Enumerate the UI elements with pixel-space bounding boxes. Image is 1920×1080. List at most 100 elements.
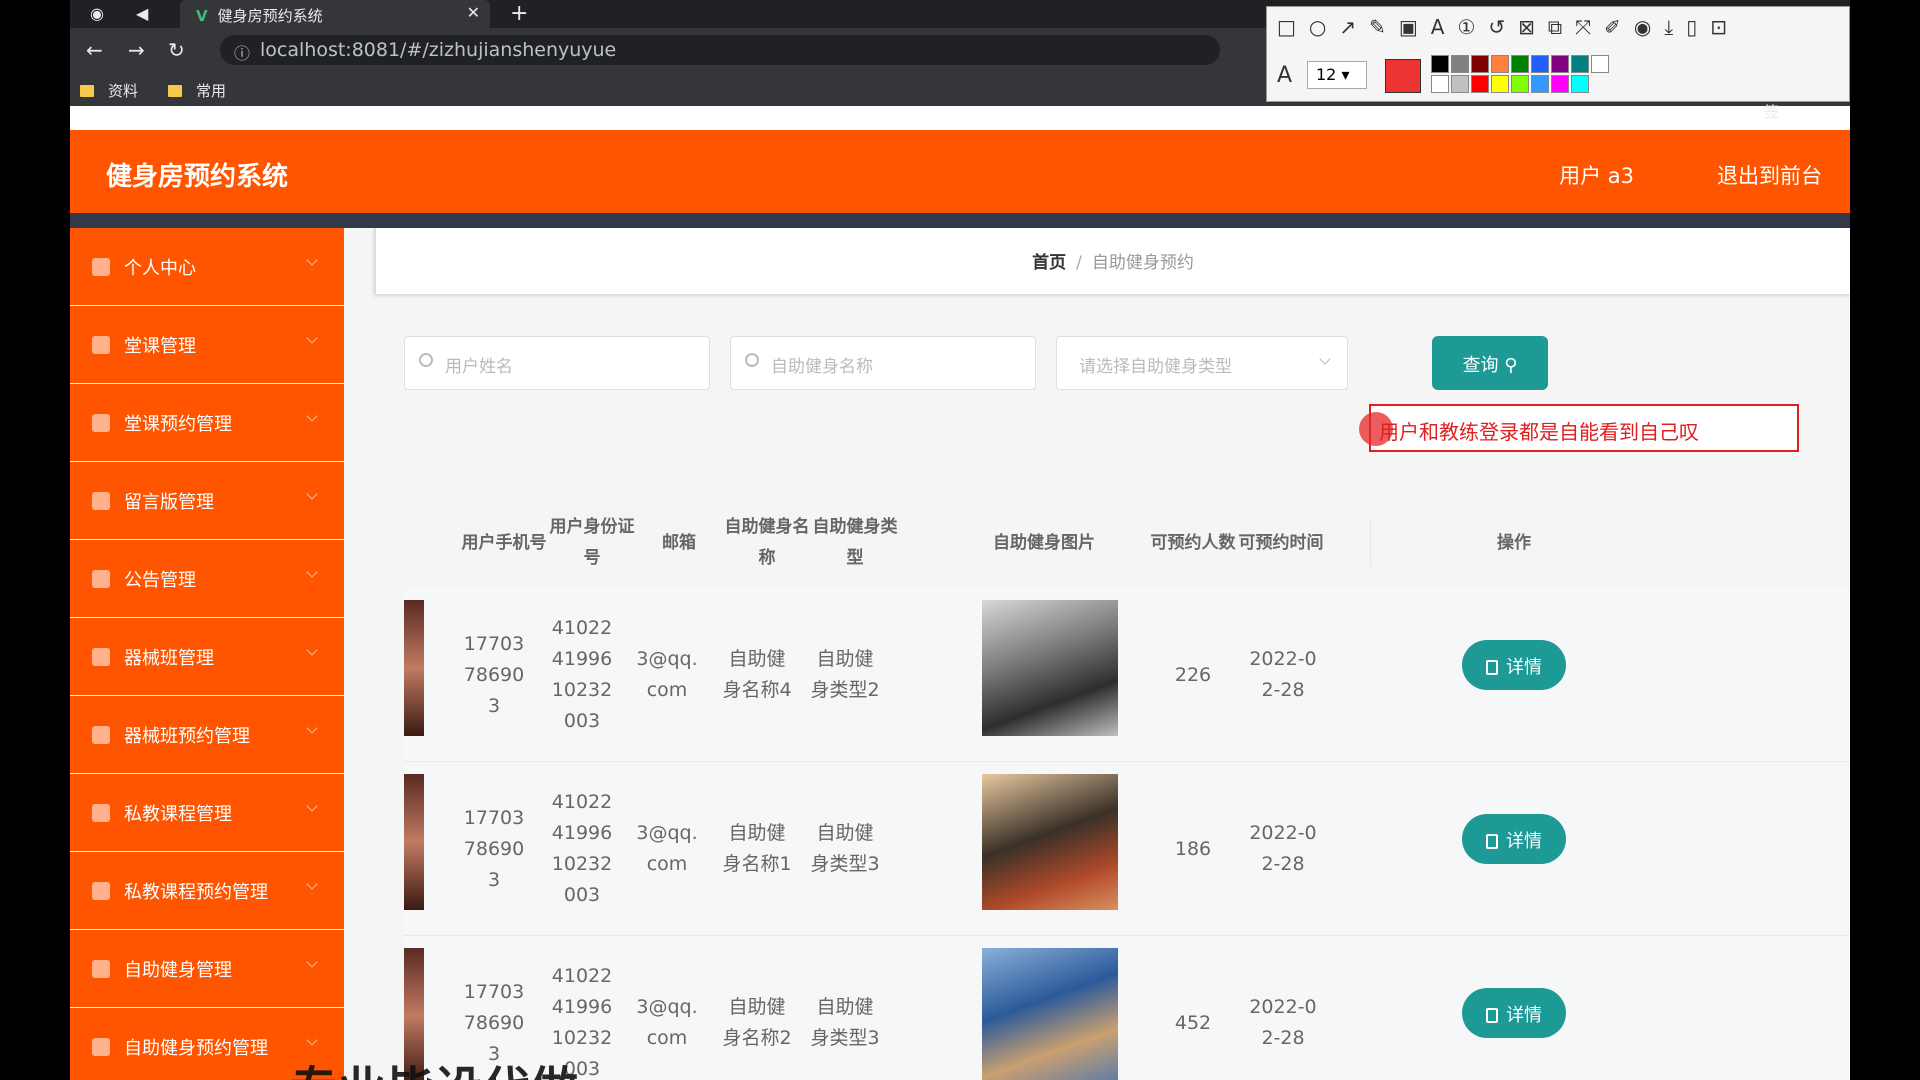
detail-button[interactable]: 详情: [1462, 988, 1566, 1038]
annotation-tool-icons[interactable]: □○↗✎▣A①↺⊠⧉⤧✐◉⤓▯⊡: [1277, 15, 1740, 39]
sidebar-item[interactable]: 堂课管理: [70, 306, 344, 384]
color-swatch[interactable]: [1451, 75, 1469, 93]
sidebar-item[interactable]: 堂课预约管理: [70, 384, 344, 462]
mute-icon[interactable]: ◀: [136, 4, 148, 23]
document-icon: [1486, 660, 1498, 675]
color-swatch[interactable]: [1531, 55, 1549, 73]
fitness-type-placeholder: 请选择自助健身类型: [1079, 357, 1232, 377]
font-size-select[interactable]: 12 ▾: [1307, 61, 1367, 89]
color-palette: [1431, 55, 1621, 97]
fitness-name-input[interactable]: 自助健身名称: [730, 336, 1036, 390]
color-swatch[interactable]: [1431, 55, 1449, 73]
cell-count: 226: [1174, 663, 1212, 686]
sidebar-item-label: 个人中心: [124, 257, 196, 279]
breadcrumb-card: 首页 / 自助健身预约: [374, 228, 1850, 294]
column-header: 邮箱: [662, 532, 696, 553]
sidebar-item-label: 留言版管理: [124, 491, 214, 513]
site-info-icon[interactable]: ⓘ: [234, 40, 250, 64]
cell-id-card: 410224199610232003: [551, 617, 613, 732]
color-swatch[interactable]: [1431, 75, 1449, 93]
chevron-down-icon: [306, 800, 318, 812]
color-swatch[interactable]: [1511, 75, 1529, 93]
menu-icon: [92, 959, 110, 978]
color-swatch[interactable]: [1511, 55, 1529, 73]
fitness-photo[interactable]: [982, 600, 1118, 736]
app-header: 健身房预约系统 用户 a3 退出到前台: [70, 130, 1850, 213]
back-icon[interactable]: ←: [86, 38, 103, 62]
bookmark-folder[interactable]: 常用: [168, 80, 226, 101]
color-swatch[interactable]: [1471, 55, 1489, 73]
chevron-down-icon: [306, 956, 318, 968]
browser-tab[interactable]: V 健身房预约系统 ✕: [180, 0, 490, 28]
color-swatch[interactable]: [1551, 55, 1569, 73]
sidebar-item[interactable]: 器械班管理: [70, 618, 344, 696]
sidebar-item[interactable]: 留言版管理: [70, 462, 344, 540]
fitness-photo[interactable]: [982, 774, 1118, 910]
fitness-type-select[interactable]: 请选择自助健身类型: [1056, 336, 1348, 390]
reload-icon[interactable]: ↻: [168, 38, 185, 62]
text-size-icon: A: [1277, 63, 1293, 88]
chevron-down-icon: [306, 878, 318, 890]
watermark-text: 专业毕设代做: [290, 1050, 578, 1080]
color-swatch[interactable]: [1491, 75, 1509, 93]
sidebar-item-label: 堂课管理: [124, 335, 196, 357]
sidebar-item-label: 器械班管理: [124, 647, 214, 669]
current-user: 用户 a3: [1559, 164, 1634, 188]
exit-to-frontend-link[interactable]: 退出到前台: [1717, 160, 1822, 190]
color-swatch[interactable]: [1491, 55, 1509, 73]
menu-icon: [92, 1037, 110, 1056]
sidebar-item-label: 器械班预约管理: [124, 725, 250, 747]
document-icon: [1486, 834, 1498, 849]
user-name-placeholder: 用户姓名: [445, 357, 513, 377]
forward-icon[interactable]: →: [128, 38, 145, 62]
color-swatch[interactable]: [1571, 55, 1589, 73]
sidebar-item-label: 私教课程预约管理: [124, 881, 268, 903]
sidebar-item[interactable]: 私教课程管理: [70, 774, 344, 852]
vue-logo-icon: V: [196, 7, 208, 25]
column-header: 自助健身图片: [993, 532, 1095, 553]
menu-icon: [92, 881, 110, 900]
cell-count: 186: [1174, 837, 1212, 860]
color-swatch[interactable]: [1571, 75, 1589, 93]
detail-button[interactable]: 详情: [1462, 814, 1566, 864]
screen: ◉ ◀ V 健身房预约系统 ✕ + ← → ↻ ⓘ localhost:8081/…: [70, 0, 1850, 1080]
color-swatch[interactable]: [1591, 55, 1609, 73]
annotation-text-box[interactable]: 用户和教练登录都是自能看到自己叹: [1359, 404, 1799, 452]
url-field[interactable]: ⓘ localhost:8081/#/zizhujianshenyuyue: [220, 35, 1220, 65]
menu-icon: [92, 725, 110, 744]
menu-icon: [92, 335, 110, 354]
fitness-photo[interactable]: [982, 948, 1118, 1080]
cell-name: 自助健身名称4: [722, 648, 792, 701]
breadcrumb: 首页 / 自助健身预约: [376, 248, 1850, 273]
close-tab-icon[interactable]: ✕: [467, 3, 480, 22]
sidebar-item[interactable]: 个人中心: [70, 228, 344, 306]
sidebar: 个人中心堂课管理堂课预约管理留言版管理公告管理器械班管理器械班预约管理私教课程管…: [70, 228, 344, 1080]
breadcrumb-home[interactable]: 首页: [1032, 253, 1066, 273]
color-swatch[interactable]: [1551, 75, 1569, 93]
color-swatch[interactable]: [1451, 55, 1469, 73]
bookmark-folder[interactable]: 资料: [80, 80, 138, 101]
main-content: 首页 / 自助健身预约 用户姓名 自助健身名称 请选择自助健身类型 查询 ⚲ 用户和…: [344, 228, 1850, 1080]
search-icon: [745, 353, 759, 367]
column-header: 用户手机号: [461, 532, 547, 553]
cell-time: 2022-02-28: [1249, 648, 1317, 701]
cell-type: 自助健身类型2: [810, 648, 880, 701]
breadcrumb-separator: /: [1076, 253, 1082, 273]
active-color-swatch[interactable]: [1385, 59, 1421, 93]
user-avatar-thumbnail: [404, 774, 424, 910]
color-swatch[interactable]: [1471, 75, 1489, 93]
color-swatch[interactable]: [1531, 75, 1549, 93]
menu-icon: [92, 647, 110, 666]
sidebar-item[interactable]: 私教课程预约管理: [70, 852, 344, 930]
detail-button[interactable]: 详情: [1462, 640, 1566, 690]
sidebar-item[interactable]: 器械班预约管理: [70, 696, 344, 774]
query-button[interactable]: 查询 ⚲: [1432, 336, 1548, 390]
sidebar-item[interactable]: 公告管理: [70, 540, 344, 618]
cell-phone: 17703786903: [463, 806, 525, 891]
sidebar-item-label: 自助健身预约管理: [124, 1037, 268, 1059]
user-name-input[interactable]: 用户姓名: [404, 336, 710, 390]
user-avatar-thumbnail: [404, 600, 424, 736]
new-tab-icon[interactable]: +: [510, 1, 528, 26]
sidebar-item[interactable]: 自助健身管理: [70, 930, 344, 1008]
chevron-down-icon: [306, 332, 318, 344]
